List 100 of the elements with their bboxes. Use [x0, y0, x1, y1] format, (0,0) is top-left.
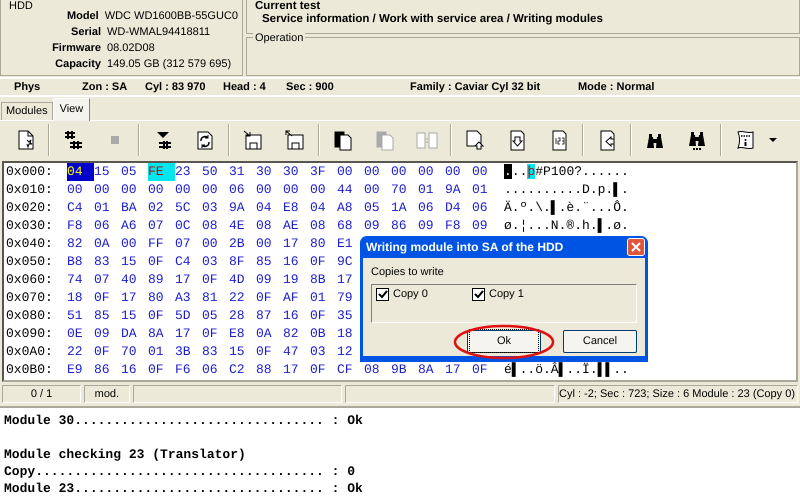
hex-byte: 08 — [256, 217, 273, 235]
hex-byte: 8F — [229, 253, 246, 271]
hex-byte: 09 — [472, 217, 489, 235]
hex-byte: 89 — [148, 271, 165, 289]
hex-byte: 18 — [337, 325, 354, 343]
tab[interactable]: Modules — [1, 102, 53, 120]
hex-byte: 86 — [94, 361, 111, 379]
hex-byte: 04 — [67, 163, 94, 181]
cancel-button[interactable]: Cancel — [563, 330, 637, 352]
field-label: Capacity — [54, 57, 102, 72]
hex-byte: 15 — [121, 307, 138, 325]
field-value: 149.05 GB (312 579 695) — [107, 57, 232, 72]
hex-byte: F8 — [67, 217, 84, 235]
hex-byte: C2 — [229, 361, 246, 379]
hex-byte: 01 — [418, 181, 435, 199]
hex-byte: 08 — [202, 217, 219, 235]
checkbox[interactable] — [376, 288, 389, 301]
hex-byte: 86 — [391, 217, 408, 235]
hex-byte: 0A — [256, 325, 273, 343]
hex-byte: 0F — [256, 289, 273, 307]
hex-byte: 83 — [94, 253, 111, 271]
hex-byte: 07 — [94, 271, 111, 289]
status-text: Zon : SA — [82, 80, 128, 95]
hex-byte: 35 — [337, 307, 354, 325]
hex-byte: 05 — [202, 307, 219, 325]
hex-byte: 00 — [337, 163, 354, 181]
hex-byte: 19 — [283, 271, 300, 289]
checkbox-label: Copy 0 — [393, 287, 428, 302]
hex-address: 0x040: — [5, 235, 54, 253]
field-value: WDC WD1600BB-55GUC0 — [104, 9, 238, 24]
hex-byte: 88 — [256, 361, 273, 379]
hex-byte: 04 — [310, 199, 327, 217]
hex-byte: 00 — [256, 235, 273, 253]
status-panel: 0 / 1 — [2, 385, 82, 403]
hex-byte: 30 — [283, 163, 300, 181]
hex-byte: 0F — [148, 307, 165, 325]
hex-byte: 4D — [229, 271, 246, 289]
hex-address: 0x000: — [5, 163, 54, 181]
hex-byte: 00 — [67, 181, 84, 199]
hex-byte: 47 — [283, 343, 300, 361]
hex-byte: 06 — [472, 199, 489, 217]
tab[interactable]: View — [52, 98, 90, 121]
group-label: HDD — [7, 0, 35, 12]
hex-byte: 00 — [202, 181, 219, 199]
hex-byte: D4 — [445, 199, 462, 217]
hex-byte: 80 — [148, 289, 165, 307]
hex-byte: 16 — [283, 307, 300, 325]
status-text: Cyl : 83 970 — [145, 80, 207, 95]
status-text: Family : Caviar Cyl 32 bit — [410, 80, 542, 95]
current-test-text: Service information / Work with service area / Writing modules — [262, 12, 603, 27]
hex-byte: 0A — [94, 235, 111, 253]
hex-byte: 00 — [148, 181, 165, 199]
hex-byte: 03 — [202, 199, 219, 217]
hex-address: 0x060: — [5, 271, 54, 289]
hex-byte: 68 — [337, 217, 354, 235]
hex-byte: 9B — [391, 361, 408, 379]
hex-byte: 4E — [229, 217, 246, 235]
hex-byte: E8 — [283, 199, 300, 217]
hex-byte: 0F — [94, 289, 111, 307]
status-text: Sec : 900 — [286, 80, 335, 95]
hex-byte: 0B — [310, 325, 327, 343]
ok-button[interactable]: Ok — [467, 330, 541, 352]
close-button[interactable] — [627, 238, 645, 256]
hex-byte: 5D — [175, 307, 192, 325]
hex-byte: 05 — [364, 199, 381, 217]
checkbox[interactable] — [472, 288, 485, 301]
hex-byte: 00 — [445, 163, 462, 181]
ascii-text: Ä.º.\.▌.è.¨...Ô. — [504, 199, 629, 217]
hex-byte: 06 — [229, 181, 246, 199]
hex-byte: 06 — [94, 217, 111, 235]
hex-byte: 74 — [67, 271, 84, 289]
hex-byte: 07 — [148, 217, 165, 235]
hex-byte: 00 — [202, 235, 219, 253]
hex-byte: 06 — [418, 199, 435, 217]
hex-address: 0x020: — [5, 199, 54, 217]
hex-byte: 01 — [310, 289, 327, 307]
hex-byte: 02 — [148, 199, 165, 217]
ascii-text: é▌..ö.Â▌..Ï.▌▌.. — [504, 361, 629, 379]
hex-byte: 28 — [229, 307, 246, 325]
hex-byte: 00 — [121, 181, 138, 199]
ascii-text: ø.¦...N.®.h.▌.ø. — [504, 217, 629, 235]
hex-byte: 00 — [472, 163, 489, 181]
field-label: Model — [66, 9, 100, 24]
hex-byte: C4 — [67, 199, 84, 217]
hex-byte: 40 — [121, 271, 138, 289]
group-label: Copies to write — [371, 265, 445, 280]
hex-byte: 1A — [391, 199, 408, 217]
hex-byte: A3 — [175, 289, 192, 307]
hex-byte: 16 — [121, 361, 138, 379]
hex-byte: 0F — [202, 325, 219, 343]
hex-byte: F6 — [175, 361, 192, 379]
hex-byte: 0F — [94, 343, 111, 361]
status-panel: mod. — [84, 385, 130, 403]
hex-byte: 30 — [256, 163, 273, 181]
hex-address: 0x050: — [5, 253, 54, 271]
field-value: 08.02D08 — [107, 41, 155, 56]
hex-byte: 17 — [445, 361, 462, 379]
hex-byte: 00 — [94, 181, 111, 199]
hex-byte: 00 — [310, 181, 327, 199]
hex-byte: 09 — [418, 217, 435, 235]
